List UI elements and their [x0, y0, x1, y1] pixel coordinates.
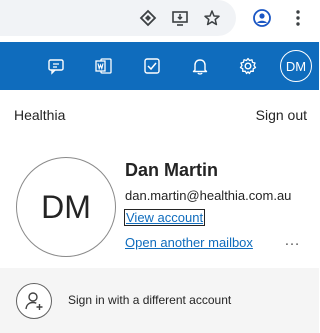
profile-icon[interactable]: [252, 8, 272, 28]
organization-name: Healthia: [14, 107, 66, 123]
bookmark-star-icon[interactable]: [202, 8, 222, 28]
notifications-bell-icon[interactable]: [188, 54, 212, 78]
extension-diamond-icon[interactable]: [138, 8, 158, 28]
sign-in-different-account-label: Sign in with a different account: [68, 293, 232, 307]
view-account-link[interactable]: View account: [123, 209, 206, 226]
display-name: Dan Martin: [125, 160, 219, 180]
avatar: DM: [16, 157, 116, 257]
to-do-check-icon[interactable]: [140, 54, 164, 78]
menu-kebab-icon[interactable]: [288, 8, 308, 28]
sign-out-link[interactable]: Sign out: [256, 107, 307, 123]
word-doc-icon[interactable]: [92, 54, 116, 78]
more-options-button[interactable]: …: [284, 232, 301, 250]
sign-in-different-account-button[interactable]: Sign in with a different account: [0, 268, 319, 333]
account-avatar-button[interactable]: DM: [280, 50, 312, 82]
browser-toolbar: [0, 0, 319, 40]
address-bar[interactable]: [0, 0, 236, 36]
email-address: dan.martin@healthia.com.au: [125, 188, 292, 203]
settings-gear-icon[interactable]: [236, 54, 260, 78]
add-person-icon: [16, 283, 52, 319]
install-app-icon[interactable]: [170, 8, 190, 28]
feedback-icon[interactable]: [44, 54, 68, 78]
app-header: DM: [0, 42, 319, 90]
open-another-mailbox-link[interactable]: Open another mailbox: [125, 235, 253, 250]
